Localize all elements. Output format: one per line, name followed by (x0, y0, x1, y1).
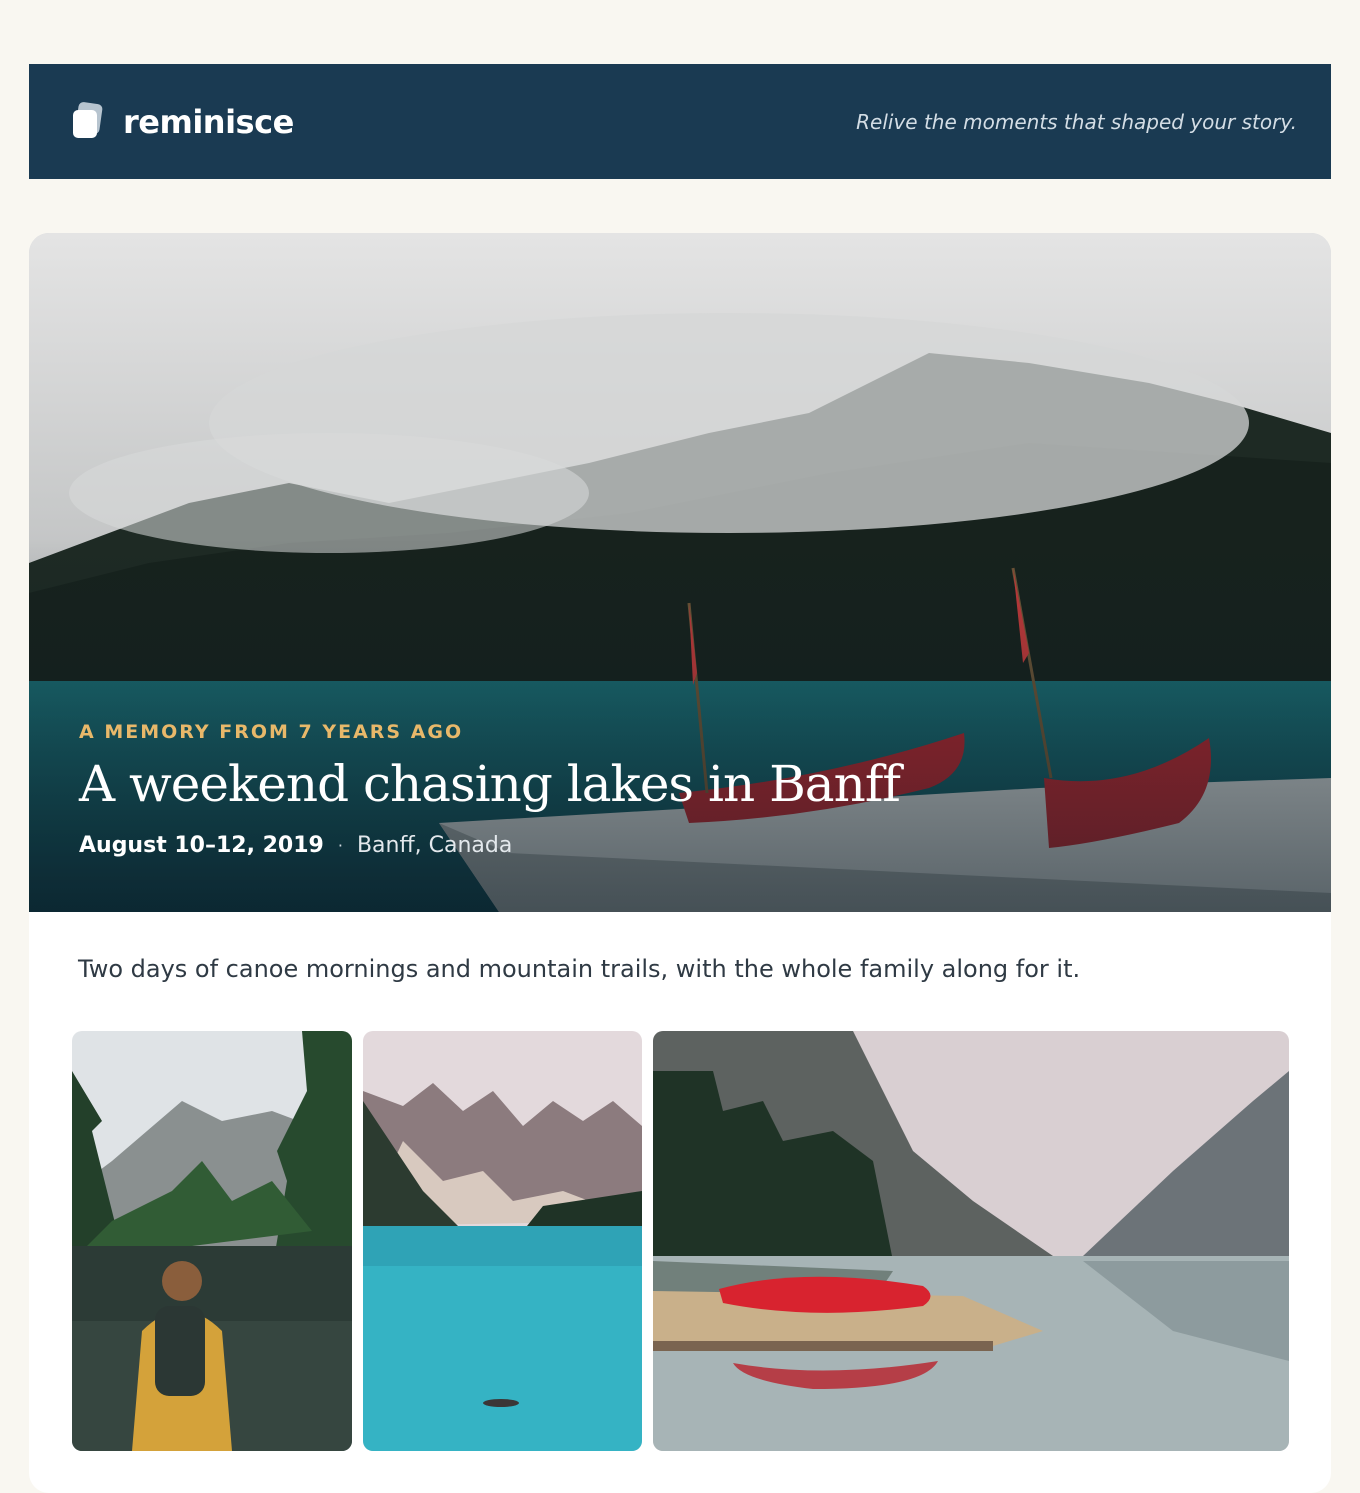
hero-image[interactable]: A MEMORY FROM 7 YEARS AGO A weekend chas… (29, 233, 1331, 912)
gallery-photo-turquoise-lake[interactable] (363, 1031, 642, 1451)
memory-summary: Two days of canoe mornings and mountain … (78, 955, 1081, 983)
memory-location: Banff, Canada (356, 833, 513, 858)
brand-link[interactable]: reminisce (71, 100, 294, 141)
gallery-photo-red-canoe[interactable] (653, 1031, 1289, 1451)
tagline: Relive the moments that shaped your stor… (856, 109, 1297, 134)
brand-name: reminisce (123, 102, 294, 141)
meta-separator: · (337, 836, 343, 855)
memory-age-label: A MEMORY FROM 7 YEARS AGO (79, 721, 464, 743)
memory-date: August 10–12, 2019 (79, 833, 324, 858)
memory-card: A MEMORY FROM 7 YEARS AGO A weekend chas… (29, 233, 1331, 1493)
gallery-photo-hiker[interactable] (72, 1031, 352, 1451)
memory-title: A weekend chasing lakes in Banff (79, 755, 901, 813)
site-header: reminisce Relive the moments that shaped… (29, 64, 1331, 179)
hero-caption: A MEMORY FROM 7 YEARS AGO A weekend chas… (79, 721, 901, 858)
memory-meta: August 10–12, 2019 · Banff, Canada (79, 833, 900, 858)
photo-gallery (72, 1031, 1289, 1451)
stacked-cards-icon (71, 100, 103, 141)
